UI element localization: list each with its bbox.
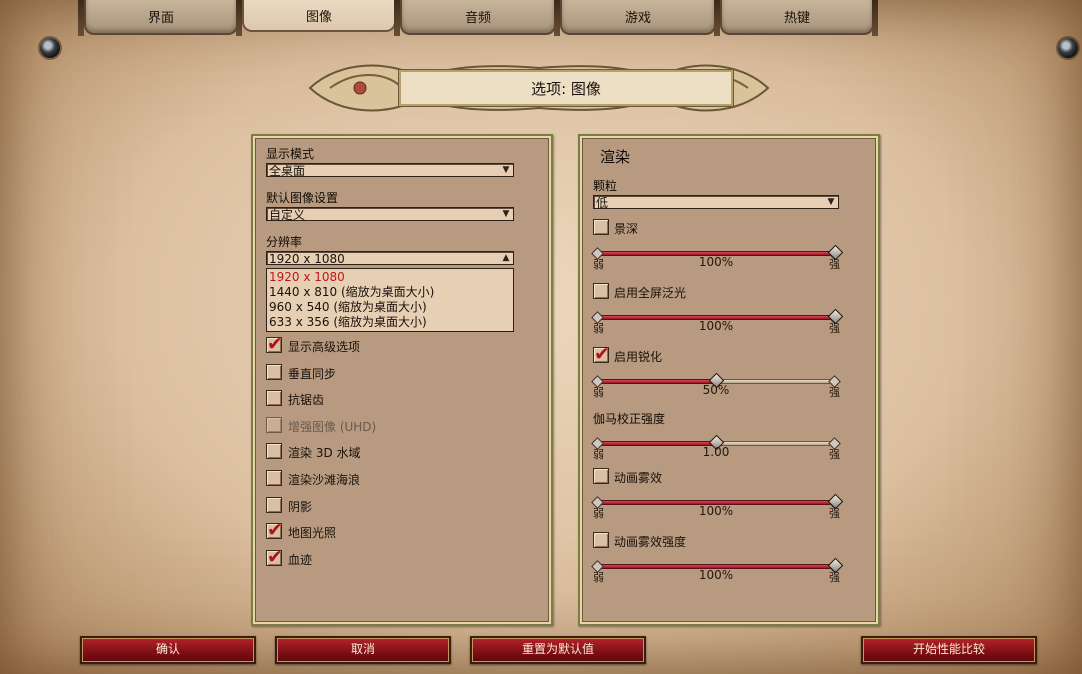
checkmark-icon: ✔: [267, 545, 283, 568]
particles-dropdown[interactable]: 低 ▼: [593, 195, 839, 210]
resolution-option[interactable]: 960 x 540 (缩放为桌面大小): [269, 300, 513, 315]
animated-fog-strength-checkbox[interactable]: [593, 532, 609, 548]
shadows-label: 阴影: [288, 499, 313, 514]
chevron-down-icon: ▼: [502, 165, 510, 175]
rivet-icon: [1058, 38, 1078, 58]
default-preset-dropdown[interactable]: 自定义 ▼: [266, 207, 514, 222]
default-preset-label: 默认图像设置: [266, 191, 339, 205]
display-mode-dropdown[interactable]: 全桌面 ▼: [266, 163, 514, 178]
slider-value: 50%: [702, 383, 730, 397]
particles-value: 低: [596, 196, 609, 210]
confirm-button[interactable]: 确认: [80, 636, 256, 664]
show-advanced-checkbox[interactable]: ✔: [266, 333, 283, 355]
resolution-option[interactable]: 1920 x 1080: [269, 270, 513, 285]
fullscreen-bloom-label: 启用全屏泛光: [614, 286, 687, 300]
resolution-label: 分辨率: [266, 235, 303, 249]
animated-fog-checkbox[interactable]: [593, 468, 609, 484]
page-title: 选项: 图像: [398, 69, 734, 107]
render-heading: 渲染: [600, 148, 631, 166]
checkmark-icon: ✔: [594, 343, 610, 365]
checkmark-icon: ✔: [267, 519, 283, 542]
resolution-option[interactable]: 633 x 356 (缩放为桌面大小): [269, 315, 513, 330]
fullscreen-bloom-checkbox[interactable]: [593, 283, 609, 299]
slider-weak-label: 弱: [593, 448, 604, 461]
render-3d-water-checkbox[interactable]: [266, 443, 282, 460]
slider-weak-label: 弱: [593, 386, 604, 399]
slider-strong-label: 强: [829, 258, 840, 271]
reset-defaults-button[interactable]: 重置为默认值: [470, 636, 646, 664]
cancel-button[interactable]: 取消: [275, 636, 451, 664]
default-preset-value: 自定义: [269, 208, 306, 222]
slider-strong-label: 强: [829, 507, 840, 520]
depth-of-field-label: 景深: [614, 222, 639, 236]
depth-of-field-checkbox[interactable]: [593, 219, 609, 235]
blood-label: 血迹: [288, 552, 313, 567]
chevron-down-icon: ▼: [502, 209, 510, 219]
render-beach-waves-label: 渲染沙滩海浪: [288, 473, 361, 487]
map-lighting-checkbox[interactable]: ✔: [266, 519, 283, 541]
sharpening-checkbox[interactable]: ✔: [593, 343, 610, 365]
resolution-value: 1920 x 1080: [269, 252, 345, 266]
anti-aliasing-label: 抗锯齿: [288, 393, 325, 408]
tab-bar: 界面 图像 音频 游戏 热键: [0, 0, 1082, 36]
particles-label: 颗粒: [593, 179, 618, 193]
tab-graphics[interactable]: 图像: [242, 0, 396, 32]
show-advanced-label: 显示高级选项: [288, 340, 361, 354]
animated-fog-strength-label: 动画雾效强度: [614, 535, 687, 549]
tab-interface[interactable]: 界面: [84, 0, 238, 35]
display-mode-value: 全桌面: [269, 164, 306, 178]
tab-game[interactable]: 游戏: [560, 0, 716, 35]
gamma-strength-label: 伽马校正强度: [593, 412, 666, 426]
slider-strong-label: 强: [829, 448, 840, 461]
checkmark-icon: ✔: [267, 333, 283, 355]
blood-checkbox[interactable]: ✔: [266, 546, 283, 568]
slider-weak-label: 弱: [593, 571, 604, 584]
resolution-option[interactable]: 1440 x 810 (缩放为桌面大小): [269, 285, 513, 300]
map-lighting-label: 地图光照: [288, 526, 337, 541]
chevron-up-icon: ▲: [502, 253, 510, 263]
slider-value: 100%: [698, 504, 734, 518]
enhanced-graphics-uhd-label: 增强图像 (UHD): [288, 419, 377, 434]
benchmark-button[interactable]: 开始性能比较: [861, 636, 1037, 664]
resolution-options-list: 1920 x 1080 1440 x 810 (缩放为桌面大小) 960 x 5…: [266, 268, 514, 332]
slider-value: 1.00: [702, 445, 730, 459]
render-beach-waves-checkbox[interactable]: [266, 470, 282, 486]
anti-aliasing-checkbox[interactable]: [266, 390, 282, 407]
render-3d-water-label: 渲染 3D 水域: [288, 446, 361, 461]
resolution-dropdown[interactable]: 1920 x 1080 ▲: [266, 251, 514, 266]
shadows-checkbox[interactable]: [266, 496, 282, 513]
slider-weak-label: 弱: [593, 258, 604, 271]
slider-strong-label: 强: [829, 571, 840, 584]
slider-weak-label: 弱: [593, 507, 604, 520]
slider-strong-label: 强: [829, 322, 840, 335]
vsync-checkbox[interactable]: [266, 363, 282, 380]
slider-value: 100%: [698, 255, 734, 269]
slider-weak-label: 弱: [593, 322, 604, 335]
slider-value: 100%: [698, 568, 734, 582]
chevron-down-icon: ▼: [827, 197, 835, 207]
animated-fog-label: 动画雾效: [614, 471, 663, 485]
display-mode-label: 显示模式: [266, 147, 315, 161]
slider-strong-label: 强: [829, 386, 840, 399]
sharpening-label: 启用锐化: [614, 350, 663, 364]
rivet-icon: [40, 38, 60, 58]
slider-value: 100%: [698, 319, 734, 333]
tab-hotkeys[interactable]: 热键: [720, 0, 874, 35]
enhanced-graphics-uhd-checkbox: [266, 416, 282, 433]
vsync-label: 垂直同步: [288, 366, 337, 381]
tab-audio[interactable]: 音频: [400, 0, 556, 35]
tab-divider: [872, 0, 878, 36]
